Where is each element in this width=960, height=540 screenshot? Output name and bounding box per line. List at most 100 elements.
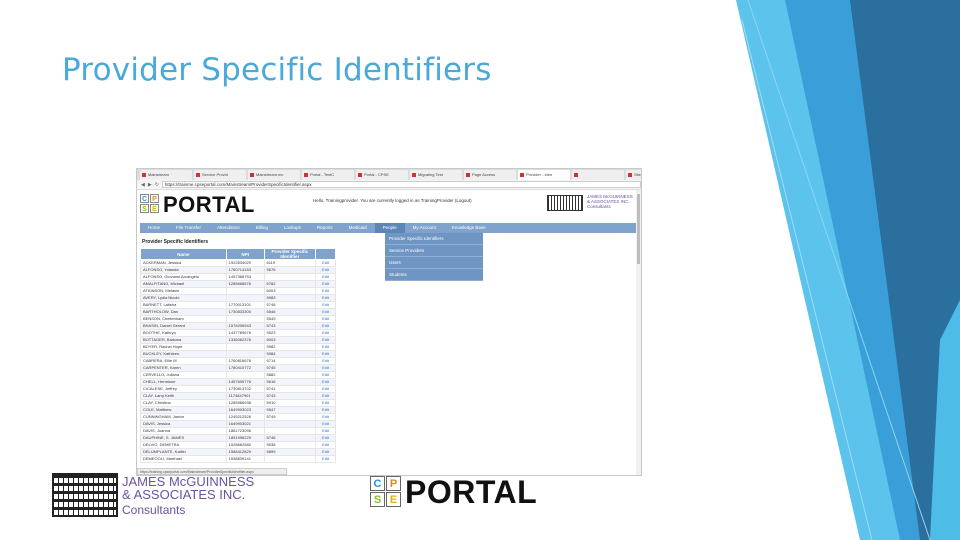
dropdown-item-provider-specific-identifiers[interactable]: Provider Specific Identifiers	[385, 233, 483, 245]
portal-logo-word: PORTAL	[163, 192, 255, 217]
portal-logo: C P S E PORTAL	[370, 474, 550, 510]
identifier-cell	[263, 455, 317, 463]
menu-item-home[interactable]: Home	[140, 223, 168, 233]
edit-link[interactable]: Edit	[315, 343, 336, 351]
edit-link[interactable]: Edit	[315, 259, 336, 267]
menu-item-lookups[interactable]: Lookups	[276, 223, 309, 233]
portal-logo-blocks-large: C P S E	[370, 476, 401, 507]
browser-tab[interactable]: Site Reports	[626, 170, 641, 180]
column-header[interactable]	[315, 248, 336, 260]
identifier-cell: 5782	[263, 280, 317, 288]
menu-item-reports[interactable]: Reports	[309, 223, 341, 233]
edit-link[interactable]: Edit	[315, 441, 336, 449]
dropdown-item-students[interactable]: Students	[385, 269, 483, 281]
npi-cell: 1881723096	[225, 427, 265, 435]
portal-logo-word-large: PORTAL	[405, 474, 538, 510]
edit-link[interactable]: Edit	[315, 315, 336, 323]
edit-link[interactable]: Edit	[315, 266, 336, 274]
browser-tab[interactable]: Portal - TestC	[302, 170, 354, 180]
table-row: CLAY, Christina 1285966938 5910 Edit	[140, 399, 336, 407]
table-row: BOOTHE, Kathryn 1437789678 5523 Edit	[140, 329, 336, 337]
npi-cell: 1922634029	[225, 259, 265, 267]
browser-tab[interactable]: Service Provid	[194, 170, 246, 180]
abacus-icon	[547, 195, 583, 211]
page-heading: Provider Specific Identifiers	[142, 239, 209, 245]
edit-link[interactable]: Edit	[315, 371, 336, 379]
column-header[interactable]: Name	[140, 248, 227, 260]
browser-tab[interactable]: Provider - Iden	[518, 170, 570, 180]
identifier-cell: 5746	[263, 434, 317, 442]
npi-cell: 1649903021	[225, 420, 265, 428]
table-row: CICALESE, Jeffrey 1730813702 5741 Edit	[140, 385, 336, 393]
column-header[interactable]: Provider Specific Identifier	[263, 248, 317, 260]
browser-tab[interactable]: Migrating Test	[410, 170, 462, 180]
facet-accent	[930, 300, 960, 540]
dropdown-item-users[interactable]: Users	[385, 257, 483, 269]
edit-link[interactable]: Edit	[315, 308, 336, 316]
edit-link[interactable]: Edit	[315, 399, 336, 407]
menu-item-medicaid[interactable]: Medicaid	[341, 223, 375, 233]
npi-cell: 1457368753	[225, 273, 265, 281]
browser-tab-label: Portal - CPSE	[364, 172, 389, 177]
table-row: DEMEOOLI, Marthael 1538839141 Edit	[140, 455, 336, 463]
edit-link[interactable]: Edit	[315, 280, 336, 288]
edit-link[interactable]: Edit	[315, 378, 336, 386]
url-field[interactable]: https://trainme.cpseportal.com/Mainstrea…	[161, 181, 641, 188]
facet-dark	[850, 0, 960, 540]
edit-link[interactable]: Edit	[315, 273, 336, 281]
browser-tab[interactable]: Mainstream.mc	[248, 170, 300, 180]
npi-cell: 1760816678	[225, 357, 265, 365]
edit-link[interactable]: Edit	[315, 364, 336, 372]
menu-item-attendance[interactable]: Attendance	[209, 223, 248, 233]
browser-tab[interactable]: Mainstream	[140, 170, 192, 180]
edit-link[interactable]: Edit	[315, 455, 336, 463]
browser-tab[interactable]: Page Access	[464, 170, 516, 180]
vertical-scrollbar[interactable]	[636, 190, 641, 475]
npi-cell: 1730813702	[225, 385, 265, 393]
identifier-cell: 5714	[263, 357, 317, 365]
forward-icon[interactable]: ▶	[148, 182, 152, 188]
menu-item-file-transfer[interactable]: File Transfer	[168, 223, 209, 233]
edit-link[interactable]: Edit	[315, 350, 336, 358]
browser-tab[interactable]: Portal - CPSE	[356, 170, 408, 180]
edit-link[interactable]: Edit	[315, 322, 336, 330]
edit-link[interactable]: Edit	[315, 336, 336, 344]
edit-link[interactable]: Edit	[315, 301, 336, 309]
table-row: DELVIO, DEMETRA 1528682580 5538 Edit	[140, 441, 336, 449]
browser-tab-label: Site Reports	[634, 172, 641, 177]
back-icon[interactable]: ◀	[141, 182, 145, 188]
portal-logo-blocks: C P S E	[140, 194, 159, 213]
reload-icon[interactable]: ↻	[155, 182, 159, 188]
identifier-cell: 5743	[263, 322, 317, 330]
menu-item-people[interactable]: People	[374, 223, 405, 233]
edit-link[interactable]: Edit	[315, 413, 336, 421]
browser-tab[interactable]	[572, 170, 624, 180]
edit-link[interactable]: Edit	[315, 427, 336, 435]
edit-link[interactable]: Edit	[315, 385, 336, 393]
menu-item-billing[interactable]: Billing	[248, 223, 276, 233]
table-row: DAVIS, Jessica 1649903021 Edit	[140, 420, 336, 428]
edit-link[interactable]: Edit	[315, 329, 336, 337]
edit-link[interactable]: Edit	[315, 448, 336, 456]
npi-cell	[225, 294, 265, 302]
edit-link[interactable]: Edit	[315, 392, 336, 400]
name-cell: DAVIS, Joanna	[140, 427, 227, 435]
edit-link[interactable]: Edit	[315, 287, 336, 295]
facet-mid	[785, 0, 960, 540]
scroll-thumb[interactable]	[637, 194, 640, 264]
name-cell: BARTHOLOW, Dan	[140, 308, 227, 316]
menu-item-my-account[interactable]: My Account	[405, 223, 444, 233]
dropdown-item-service-providers[interactable]: Service Providers	[385, 245, 483, 257]
identifier-cell: 6119	[263, 259, 317, 267]
company-logo-small: JAMES McGUINNESS & ASSOCIATES INC. Consu…	[547, 193, 637, 215]
edit-link[interactable]: Edit	[315, 420, 336, 428]
menu-item-knowledge-base[interactable]: Knowledge Base	[444, 223, 494, 233]
edit-link[interactable]: Edit	[315, 357, 336, 365]
name-cell: CERVELLO, Juliana	[140, 371, 227, 379]
logo-letter-p: P	[150, 194, 159, 203]
edit-link[interactable]: Edit	[315, 294, 336, 302]
edit-link[interactable]: Edit	[315, 406, 336, 414]
edit-link[interactable]: Edit	[315, 434, 336, 442]
identifier-cell: 6003	[263, 287, 317, 295]
column-header[interactable]: NPI	[225, 248, 265, 260]
